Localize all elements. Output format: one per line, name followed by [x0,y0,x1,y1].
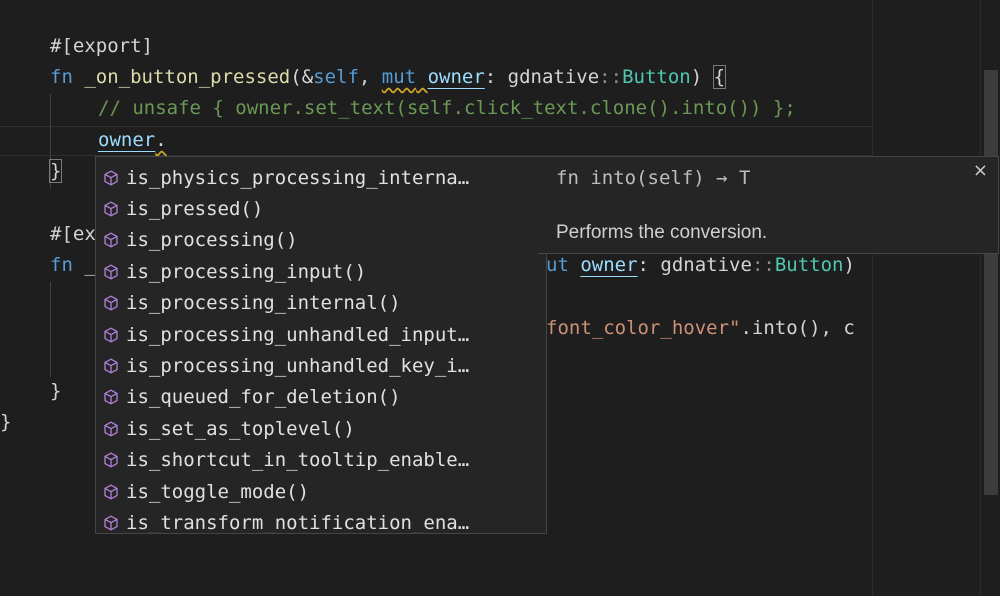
suggestion-label: is_transform_notification_ena… [126,511,470,534]
suggestion-label: is_queued_for_deletion() [126,386,401,409]
code-line-10-tail: font_color_hover".into(), c [546,317,855,339]
suggestion-label: is_processing() [126,229,298,252]
code-line-1: #[export] [50,35,153,57]
code-line-2: fn _on_button_pressed(&self, mut owner: … [50,65,727,89]
suggestion-label: is_physics_processing_interna… [126,166,470,189]
suggestion-label: is_processing_unhandled_input… [126,323,470,346]
details-signature: fn into(self) → T [556,167,751,189]
code-line-12: } [50,380,62,402]
suggestion-label: is_shortcut_in_tooltip_enable… [126,449,470,472]
code-line-7: #[ex [50,223,96,245]
method-cube-icon [102,200,120,218]
method-cube-icon [102,451,120,469]
code-line-13: } [0,411,12,433]
suggestion-item[interactable]: is_processing_unhandled_input… [96,319,546,350]
suggestion-item[interactable]: is_transform_notification_ena… [96,507,546,534]
method-cube-icon [102,483,120,501]
code-line-5: } [48,159,63,183]
suggestion-item[interactable]: is_processing_internal() [96,288,546,319]
suggestion-item[interactable]: is_processing_unhandled_key_i… [96,350,546,381]
suggestion-item[interactable]: is_set_as_toplevel() [96,413,546,444]
method-cube-icon [102,514,120,532]
suggestion-label: is_toggle_mode() [126,480,310,503]
suggestion-item[interactable]: is_physics_processing_interna… [96,162,546,193]
close-icon[interactable]: × [973,160,988,181]
suggestion-item[interactable]: is_pressed() [96,193,546,224]
code-line-8-tail: ut owner: gdnative::Button) [546,254,855,276]
method-cube-icon [102,169,120,187]
code-line-8: fn _ [50,254,96,276]
suggestion-item[interactable]: is_shortcut_in_tooltip_enable… [96,445,546,476]
suggestion-item[interactable]: is_processing() [96,225,546,256]
method-cube-icon [102,294,120,312]
suggestion-label: is_processing_input() [126,260,367,283]
suggestion-item[interactable]: is_toggle_mode() [96,476,546,507]
autocomplete-suggestion-list[interactable]: is_physics_processing_interna… is_pressed… [95,156,547,534]
suggestion-details-panel: fn into(self) → T Performs the conversio… [538,156,999,254]
method-cube-icon [102,388,120,406]
method-cube-icon [102,231,120,249]
method-cube-icon [102,357,120,375]
details-documentation: Performs the conversion. [556,222,768,243]
scrollbar-thumb[interactable] [984,70,998,495]
suggestion-label: is_pressed() [126,197,264,220]
suggestion-item[interactable]: is_queued_for_deletion() [96,382,546,413]
suggestion-label: is_set_as_toplevel() [126,417,355,440]
method-cube-icon [102,420,120,438]
suggestion-label: is_processing_unhandled_key_i… [126,354,470,377]
method-cube-icon [102,263,120,281]
minimap[interactable] [872,0,981,596]
code-line-4: owner. [98,129,167,151]
suggestion-label: is_processing_internal() [126,292,401,315]
method-cube-icon [102,326,120,344]
indent-guide [50,282,51,377]
suggestion-item[interactable]: is_processing_input() [96,256,546,287]
code-line-3: // unsafe { owner.set_text(self.click_te… [98,97,796,119]
